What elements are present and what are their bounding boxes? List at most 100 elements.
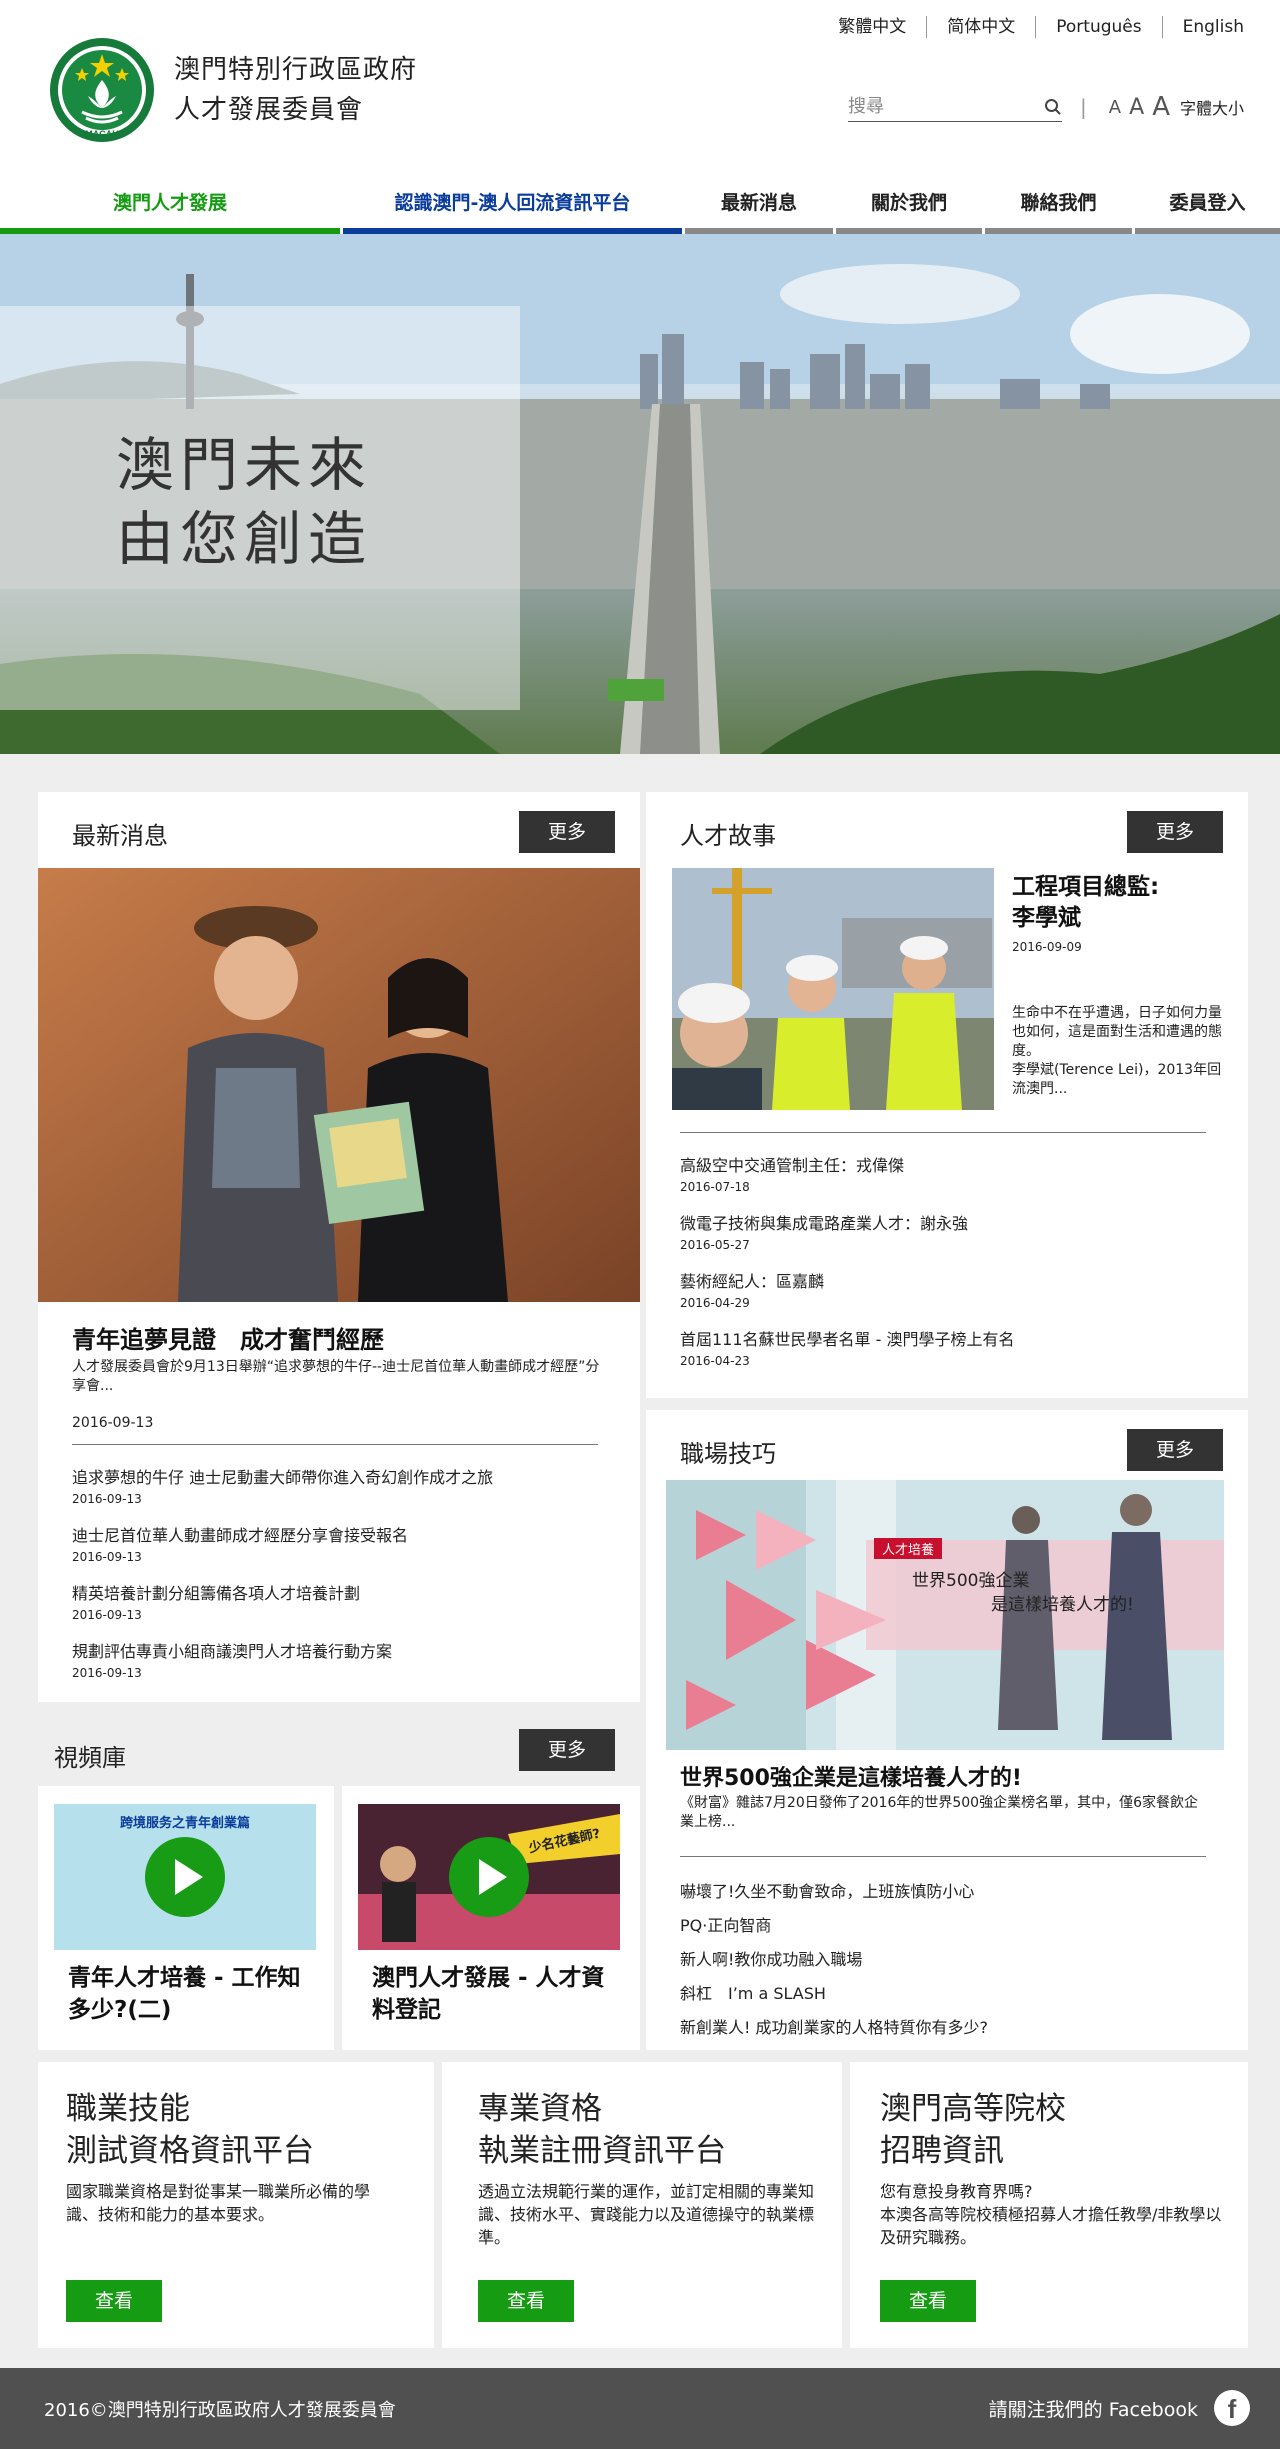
news-summary: 人才發展委員會於9月13日舉辦“追求夢想的牛仔--迪士尼首位華人動畫師成才經歷”… xyxy=(72,1359,600,1394)
stories-card-title: 人才故事 xyxy=(680,822,776,850)
story-feature-photo[interactable] xyxy=(672,868,994,1110)
story-feature-summary: 生命中不在乎遭遇，日子如何力量也如何，這是面對生活和遭遇的態度。 李學斌(Ter… xyxy=(1012,1005,1222,1097)
tips-list-item[interactable]: 新創業人! 成功創業家的人格特質你有多少? xyxy=(680,2014,1220,2048)
news-item-date: 2016-09-13 xyxy=(72,1666,142,1680)
news-card-title: 最新消息 xyxy=(72,822,168,850)
hero-banner: 澳門未來 由您創造 xyxy=(0,234,1280,754)
video-title[interactable]: 青年人才培養 - 工作知多少?(二) xyxy=(68,1962,318,2026)
view-button[interactable]: 查看 xyxy=(478,2280,574,2322)
org-name-line2: 人才發展委員會 xyxy=(174,95,364,125)
view-button[interactable]: 查看 xyxy=(66,2280,162,2322)
story-list-item[interactable]: 微電子技術與集成電路產業人才：謝永強 2016-05-27 xyxy=(680,1210,1220,1268)
videos-more-button[interactable]: 更多 xyxy=(519,1729,615,1771)
videos-title: 視頻庫 xyxy=(54,1744,126,1772)
story-feature-title[interactable]: 工程項目總監: 李學斌 xyxy=(1012,872,1222,934)
stories-more-button[interactable]: 更多 xyxy=(1127,811,1223,853)
news-list-item[interactable]: 精英培養計劃分組籌備各項人才培養計劃 2016-09-13 xyxy=(72,1580,612,1638)
platform-card-professional: 專業資格 執業註冊資訊平台 透過立法規範行業的運作，並訂定相關的專業知識、技術水… xyxy=(442,2062,842,2348)
tips-list-item[interactable]: 新人啊!教你成功融入職場 xyxy=(680,1946,1220,1980)
footer-copyright: 2016©澳門特別行政區政府人才發展委員會 xyxy=(44,2400,396,2421)
news-headline[interactable]: 青年追夢見證 成才奮鬥經歷 xyxy=(72,1320,384,1355)
nav-item-about[interactable]: 關於我們 xyxy=(836,188,982,234)
search-box xyxy=(848,92,1063,122)
news-more-button[interactable]: 更多 xyxy=(519,811,615,853)
play-icon[interactable] xyxy=(449,1837,529,1917)
platform-card-higher-education: 澳門高等院校 招聘資訊 您有意投身教育界嗎? 本澳各高等院校積極招募人才擔任教學… xyxy=(850,2062,1248,2348)
tips-feature-photo[interactable]: 人才培養 世界500強企業 是這樣培養人才的! xyxy=(666,1480,1224,1750)
lang-english[interactable]: English xyxy=(1163,16,1244,38)
view-button[interactable]: 查看 xyxy=(880,2280,976,2322)
tips-more-button[interactable]: 更多 xyxy=(1127,1429,1223,1471)
story-list-item[interactable]: 高級空中交通管制主任：戎偉傑 2016-07-18 xyxy=(680,1152,1220,1210)
tips-list-item[interactable]: PQ·正向智商 xyxy=(680,1912,1220,1946)
news-list-item[interactable]: 追求夢想的牛仔 迪士尼動畫大師帶你進入奇幻創作成才之旅 2016-09-13 xyxy=(72,1464,612,1522)
news-list-item[interactable]: 迪士尼首位華人動畫師成才經歷分享會接受報名 2016-09-13 xyxy=(72,1522,612,1580)
platform-title: 專業資格 執業註冊資訊平台 xyxy=(478,2088,726,2172)
search-input[interactable] xyxy=(848,96,1029,117)
story-item-date: 2016-07-18 xyxy=(680,1180,750,1194)
platform-desc: 您有意投身教育界嗎? 本澳各高等院校積極招募人才擔任教學/非教學以及研究職務。 xyxy=(880,2182,1222,2247)
font-size-medium-button[interactable]: A xyxy=(1129,95,1144,120)
stories-list: 高級空中交通管制主任：戎偉傑 2016-07-18 微電子技術與集成電路產業人才… xyxy=(680,1152,1220,1384)
language-switcher: 繁體中文 简体中文 Português English xyxy=(818,16,1244,38)
story-item-title: 高級空中交通管制主任：戎偉傑 xyxy=(680,1156,905,1175)
site-logo[interactable]: MACAU 澳門特別行政區政府 人才發展委員會 xyxy=(48,36,417,144)
main-nav: 澳門人才發展 認識澳門-澳人回流資訊平台 最新消息 關於我們 聯絡我們 委員登入 xyxy=(0,188,1280,234)
nav-item-member-login[interactable]: 委員登入 xyxy=(1135,188,1280,234)
story-item-title: 首屆111名蘇世民學者名單 - 澳門學子榜上有名 xyxy=(680,1330,1015,1349)
font-size-small-button[interactable]: A xyxy=(1109,97,1121,118)
tips-list-item[interactable]: 嚇壞了!久坐不動會致命，上班族慎防小心 xyxy=(680,1878,1220,1912)
tips-image-caption-line1: 世界500強企業 xyxy=(912,1571,1030,1591)
story-item-title: 藝術經紀人：區嘉麟 xyxy=(680,1272,825,1291)
font-size-large-button[interactable]: A xyxy=(1152,92,1170,122)
tips-list-item[interactable]: 斜杠 I’m a SLASH xyxy=(680,1980,1220,2014)
tips-photo-image xyxy=(666,1480,1224,1750)
tips-image-caption-line2: 是這樣培養人才的! xyxy=(991,1595,1134,1615)
org-name: 澳門特別行政區政府 人才發展委員會 xyxy=(174,50,417,130)
video-card[interactable]: 少名花藝師? 澳門人才發展 - 人才資料登記 xyxy=(342,1786,640,2050)
news-photo-image xyxy=(38,868,640,1302)
platform-title-line1: 職業技能 xyxy=(66,2091,190,2127)
news-list: 追求夢想的牛仔 迪士尼動畫大師帶你進入奇幻創作成才之旅 2016-09-13 迪… xyxy=(72,1464,612,1696)
news-feature-photo[interactable] xyxy=(38,868,640,1302)
tools-divider: | xyxy=(1080,95,1087,119)
news-divider xyxy=(72,1444,598,1445)
platform-card-vocational: 職業技能 測試資格資訊平台 國家職業資格是對從事某一職業所必備的學識、技術和能力… xyxy=(38,2062,434,2348)
facebook-icon[interactable]: f xyxy=(1214,2390,1250,2426)
news-item-title: 迪士尼首位華人動畫師成才經歷分享會接受報名 xyxy=(72,1526,409,1545)
font-size-label: 字體大小 xyxy=(1179,99,1244,118)
nav-item-talent-development[interactable]: 澳門人才發展 xyxy=(0,188,340,234)
video-thumbnail[interactable]: 跨境服务之青年創業篇 xyxy=(54,1804,316,1950)
lang-portuguese[interactable]: Português xyxy=(1036,16,1163,38)
platform-title: 澳門高等院校 招聘資訊 xyxy=(880,2088,1066,2172)
header-tools: | A A A 字體大小 xyxy=(848,92,1244,122)
nav-item-return-platform[interactable]: 認識澳門-澳人回流資訊平台 xyxy=(343,188,682,234)
story-item-date: 2016-04-29 xyxy=(680,1296,750,1310)
hero-slogan-line2: 由您創造 xyxy=(116,505,373,573)
video-thumbnail[interactable]: 少名花藝師? xyxy=(358,1804,620,1950)
news-item-date: 2016-09-13 xyxy=(72,1492,142,1506)
play-icon[interactable] xyxy=(145,1837,225,1917)
org-name-line1: 澳門特別行政區政府 xyxy=(174,55,418,85)
platform-title-line2: 招聘資訊 xyxy=(880,2133,1004,2169)
facebook-label: 請關注我們的 Facebook xyxy=(988,2398,1198,2421)
lang-traditional-chinese[interactable]: 繁體中文 xyxy=(818,16,928,38)
news-item-date: 2016-09-13 xyxy=(72,1550,142,1564)
nav-item-news[interactable]: 最新消息 xyxy=(685,188,833,234)
nav-item-contact[interactable]: 聯絡我們 xyxy=(985,188,1132,234)
platform-desc: 透過立法規範行業的運作，並訂定相關的專業知識、技術水平、實踐能力以及道德操守的執… xyxy=(478,2182,815,2247)
footer-facebook-link[interactable]: 請關注我們的 Facebook f xyxy=(989,2390,1250,2426)
story-list-item[interactable]: 首屆111名蘇世民學者名單 - 澳門學子榜上有名 2016-04-23 xyxy=(680,1326,1220,1384)
news-item-title: 精英培養計劃分組籌備各項人才培養計劃 xyxy=(72,1584,361,1603)
news-list-item[interactable]: 規劃評估專責小組商議澳門人才培養行動方案 2016-09-13 xyxy=(72,1638,612,1696)
tips-headline[interactable]: 世界500強企業是這樣培養人才的! xyxy=(680,1760,1022,1792)
video-title[interactable]: 澳門人才發展 - 人才資料登記 xyxy=(372,1962,622,2026)
news-item-title: 規劃評估專責小組商議澳門人才培養行動方案 xyxy=(72,1642,393,1661)
news-item-title: 追求夢想的牛仔 迪士尼動畫大師帶你進入奇幻創作成才之旅 xyxy=(72,1468,494,1487)
video-card[interactable]: 跨境服务之青年創業篇 青年人才培養 - 工作知多少?(二) xyxy=(38,1786,334,2050)
macau-emblem-icon: MACAU xyxy=(50,38,154,142)
emblem-text: MACAU xyxy=(85,129,119,139)
lang-simplified-chinese[interactable]: 简体中文 xyxy=(927,16,1037,38)
search-icon[interactable] xyxy=(1044,98,1062,116)
story-list-item[interactable]: 藝術經紀人：區嘉麟 2016-04-29 xyxy=(680,1268,1220,1326)
